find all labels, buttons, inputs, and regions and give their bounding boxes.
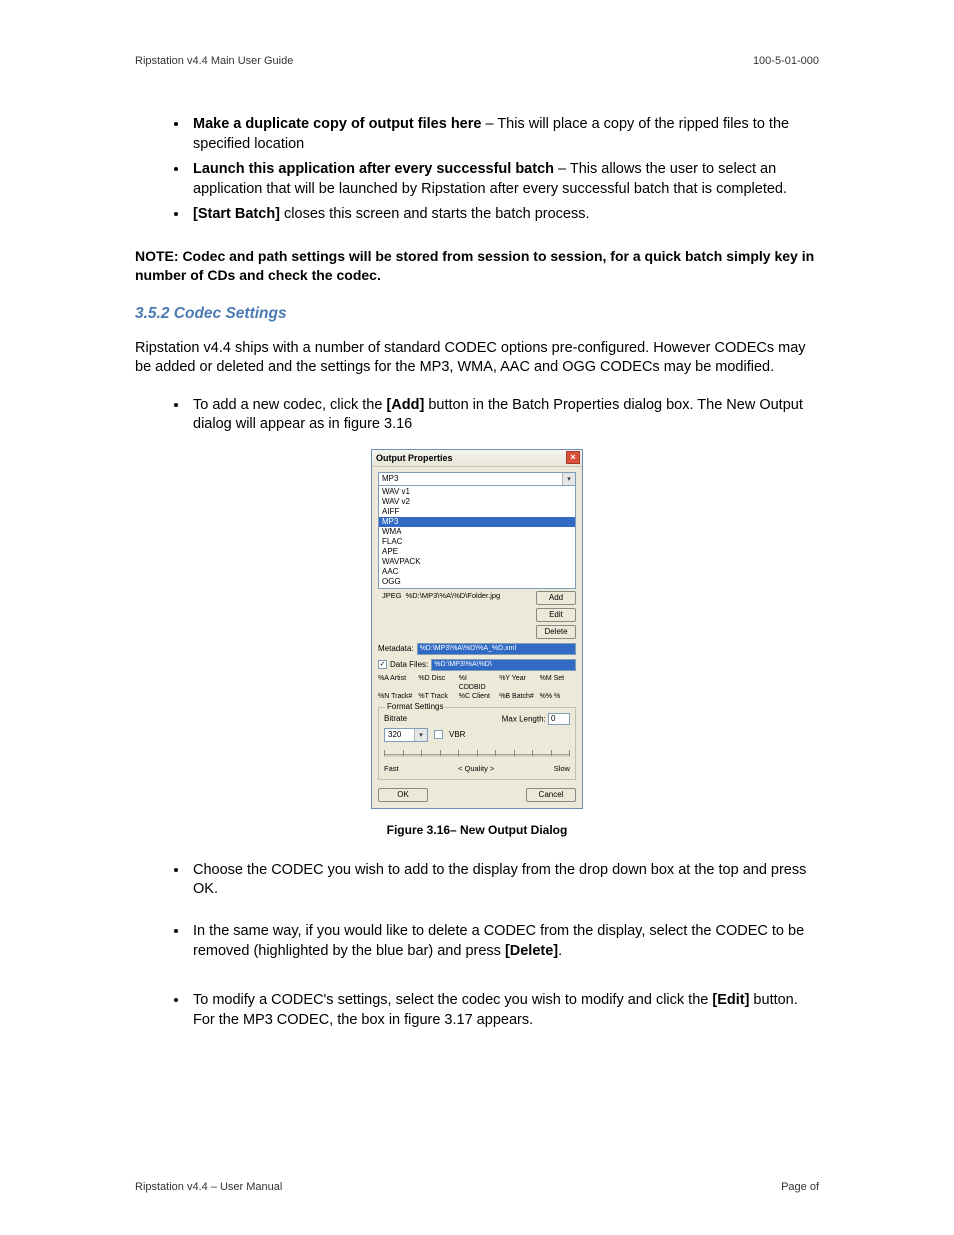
datafiles-checkbox[interactable] bbox=[378, 660, 387, 669]
bold-term: [Add] bbox=[386, 397, 424, 413]
button-stack: Add Edit Delete bbox=[536, 591, 576, 639]
format-settings-group: Format Settings Bitrate Max Length: 320 … bbox=[378, 707, 576, 780]
token-label: %I CDDBID bbox=[459, 674, 495, 692]
list-item: In the same way, if you would like to de… bbox=[189, 922, 819, 961]
output-properties-dialog: Output Properties × MP3 ▾ WAV v1WAV v2AI… bbox=[371, 449, 583, 809]
jpeg-label: JPEG bbox=[382, 591, 402, 600]
token-label: %Y Year bbox=[499, 674, 535, 692]
delete-button[interactable]: Delete bbox=[536, 625, 576, 639]
bottom-bullet-list: Choose the CODEC you wish to add to the … bbox=[135, 861, 819, 1030]
dialog-titlebar: Output Properties × bbox=[372, 450, 582, 467]
item-text: In the same way, if you would like to de… bbox=[193, 923, 804, 959]
slider-fast-label: Fast bbox=[384, 764, 399, 773]
header-right: 100-5-01-000 bbox=[753, 55, 819, 67]
codec-option[interactable]: FLAC bbox=[379, 537, 575, 547]
codec-option[interactable]: WMA bbox=[379, 527, 575, 537]
edit-button[interactable]: Edit bbox=[536, 608, 576, 622]
bitrate-value: 320 bbox=[388, 730, 401, 739]
quality-slider[interactable] bbox=[384, 748, 570, 762]
item-text: To modify a CODEC's settings, select the… bbox=[193, 992, 712, 1008]
token-label: %B Batch# bbox=[499, 692, 535, 701]
dialog-button-row: OK Cancel bbox=[378, 788, 576, 802]
slider-quality-label: < Quality > bbox=[458, 764, 494, 773]
maxlen-input[interactable] bbox=[548, 713, 570, 725]
token-label: %C Client bbox=[459, 692, 495, 701]
item-text: Choose the CODEC you wish to add to the … bbox=[193, 862, 806, 898]
slider-labels: Fast < Quality > Slow bbox=[384, 764, 570, 773]
token-label: %% % bbox=[540, 692, 576, 701]
codec-option[interactable]: AIFF bbox=[379, 507, 575, 517]
bold-term: [Start Batch] bbox=[193, 206, 280, 222]
dropdown-value: MP3 bbox=[382, 474, 398, 483]
bitrate-dropdown[interactable]: 320 ▾ bbox=[384, 728, 428, 742]
figure-caption: Figure 3.16– New Output Dialog bbox=[135, 823, 819, 837]
codec-option[interactable]: WAVPACK bbox=[379, 557, 575, 567]
cancel-button[interactable]: Cancel bbox=[526, 788, 576, 802]
list-item: Launch this application after every succ… bbox=[189, 160, 819, 199]
jpeg-row: JPEG %D:\MP3\%A\%D\Folder.jpg Add Edit D… bbox=[378, 591, 576, 639]
footer-right: Page of bbox=[781, 1181, 819, 1193]
ok-button[interactable]: OK bbox=[378, 788, 428, 802]
list-item: To add a new codec, click the [Add] butt… bbox=[189, 396, 819, 435]
format-legend: Format Settings bbox=[385, 702, 445, 711]
bold-term: Launch this application after every succ… bbox=[193, 161, 554, 177]
bitrate-label: Bitrate bbox=[384, 714, 407, 723]
body-paragraph: Ripstation v4.4 ships with a number of s… bbox=[135, 339, 819, 378]
figure-wrapper: Output Properties × MP3 ▾ WAV v1WAV v2AI… bbox=[135, 449, 819, 809]
datafiles-label: Data Files: bbox=[390, 660, 428, 669]
item-text: closes this screen and starts the batch … bbox=[280, 206, 589, 222]
codec-listbox[interactable]: WAV v1WAV v2AIFFMP3WMAFLACAPEWAVPACKAACO… bbox=[378, 486, 576, 589]
item-text: To add a new codec, click the bbox=[193, 397, 386, 413]
list-item: Make a duplicate copy of output files he… bbox=[189, 115, 819, 154]
codec-option[interactable]: AAC bbox=[379, 567, 575, 577]
vbr-label: VBR bbox=[449, 730, 465, 739]
token-label: %D Disc bbox=[418, 674, 454, 692]
dialog-body: MP3 ▾ WAV v1WAV v2AIFFMP3WMAFLACAPEWAVPA… bbox=[372, 467, 582, 808]
codec-option[interactable]: APE bbox=[379, 547, 575, 557]
token-label: %A Artist bbox=[378, 674, 414, 692]
vbr-checkbox[interactable] bbox=[434, 730, 443, 739]
footer-left: Ripstation v4.4 – User Manual bbox=[135, 1181, 282, 1193]
page-header: Ripstation v4.4 Main User Guide 100-5-01… bbox=[135, 55, 819, 67]
header-left: Ripstation v4.4 Main User Guide bbox=[135, 55, 293, 67]
datafiles-field[interactable]: %D:\MP3\%A\%D\ bbox=[431, 659, 576, 671]
dialog-title: Output Properties bbox=[376, 453, 453, 463]
list-item: [Start Batch] closes this screen and sta… bbox=[189, 205, 819, 225]
token-grid: %A Artist%D Disc %I CDDBID%Y Year %M Set %N… bbox=[378, 674, 576, 701]
chevron-down-icon[interactable]: ▾ bbox=[414, 729, 427, 741]
top-bullet-list: Make a duplicate copy of output files he… bbox=[135, 115, 819, 225]
item-text: . bbox=[558, 943, 562, 959]
page: Ripstation v4.4 Main User Guide 100-5-01… bbox=[0, 0, 954, 1235]
mid-bullet-list: To add a new codec, click the [Add] butt… bbox=[135, 396, 819, 435]
token-label: %T Track bbox=[418, 692, 454, 701]
token-label: %N Track# bbox=[378, 692, 414, 701]
maxlen-label: Max Length: bbox=[502, 714, 546, 723]
jpeg-path: %D:\MP3\%A\%D\Folder.jpg bbox=[406, 591, 501, 600]
add-button[interactable]: Add bbox=[536, 591, 576, 605]
list-item: Choose the CODEC you wish to add to the … bbox=[189, 861, 819, 900]
token-label: %M Set bbox=[540, 674, 576, 692]
metadata-label: Metadata: bbox=[378, 644, 414, 653]
metadata-row: Metadata: %D:\MP3\%A\%D\%A_%D.xml bbox=[378, 643, 576, 655]
bold-term: Make a duplicate copy of output files he… bbox=[193, 116, 481, 132]
chevron-down-icon[interactable]: ▾ bbox=[562, 473, 575, 485]
bold-term: [Delete] bbox=[505, 943, 558, 959]
close-icon[interactable]: × bbox=[566, 451, 580, 464]
slider-slow-label: Slow bbox=[554, 764, 570, 773]
codec-option[interactable]: MP3 bbox=[379, 517, 575, 527]
codec-option[interactable]: WAV v1 bbox=[379, 487, 575, 497]
datafiles-row: Data Files: %D:\MP3\%A\%D\ bbox=[378, 659, 576, 671]
list-item: To modify a CODEC's settings, select the… bbox=[189, 991, 819, 1030]
section-heading: 3.5.2 Codec Settings bbox=[135, 305, 819, 323]
bold-term: [Edit] bbox=[712, 992, 749, 1008]
page-footer: Ripstation v4.4 – User Manual Page of bbox=[135, 1181, 819, 1193]
codec-option[interactable]: WAV v2 bbox=[379, 497, 575, 507]
codec-dropdown[interactable]: MP3 ▾ bbox=[378, 472, 576, 486]
metadata-field[interactable]: %D:\MP3\%A\%D\%A_%D.xml bbox=[417, 643, 576, 655]
note-paragraph: NOTE: Codec and path settings will be st… bbox=[135, 247, 819, 285]
codec-option[interactable]: OGG bbox=[379, 577, 575, 587]
